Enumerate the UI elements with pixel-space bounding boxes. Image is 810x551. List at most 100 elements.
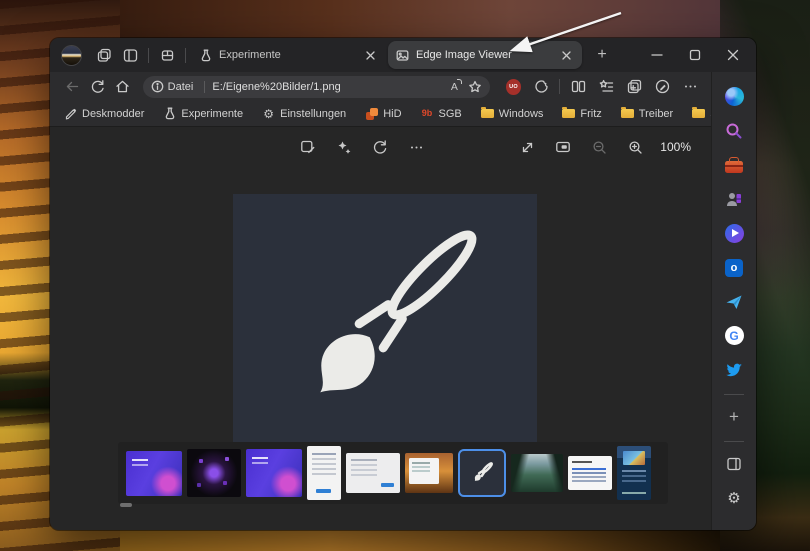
viewer-toolbar-left	[295, 134, 429, 160]
sidebar-divider	[724, 441, 744, 442]
web-capture-icon[interactable]	[649, 75, 675, 99]
tab-close-icon[interactable]	[558, 47, 574, 63]
thumbnail-9[interactable]	[568, 456, 612, 490]
thumbnail-4[interactable]	[307, 446, 341, 500]
folder-icon	[692, 107, 705, 120]
bookmark-label: Fritz	[580, 108, 601, 120]
window-controls	[640, 42, 750, 68]
tab-edge-image-viewer[interactable]: Edge Image Viewer	[388, 41, 582, 69]
bookmark-experimente[interactable]: Experimente	[163, 107, 243, 120]
orange-squares-icon	[365, 107, 378, 120]
bookmark-sgb[interactable]: 9b SGB	[421, 107, 462, 120]
bookmark-folder-fritz[interactable]: Fritz	[562, 107, 601, 120]
sidebar-panel-icon[interactable]	[719, 452, 749, 477]
zoom-in-icon[interactable]	[622, 134, 648, 160]
tab-actions-icon[interactable]	[117, 42, 143, 68]
google-icon[interactable]: G	[719, 323, 749, 348]
bookmark-folder-windows[interactable]: Windows	[481, 107, 544, 120]
bookmark-label: Deskmodder	[82, 108, 144, 120]
bookmark-hid[interactable]: HiD	[365, 107, 401, 120]
workspaces-icon[interactable]	[91, 42, 117, 68]
divider	[185, 48, 186, 63]
bookmark-label: Einstellungen	[280, 108, 346, 120]
sidebar-divider	[724, 394, 744, 395]
tab-label: Edge Image Viewer	[416, 49, 558, 61]
favorites-icon[interactable]	[593, 75, 619, 99]
toolbar-actions	[565, 75, 703, 99]
vertical-tabs-icon[interactable]	[154, 42, 180, 68]
extensions-icon[interactable]	[529, 75, 554, 99]
outlook-icon[interactable]: o	[719, 255, 749, 280]
sidebar-settings-gear-icon[interactable]: ⚙	[719, 486, 749, 511]
viewer-more-icon[interactable]	[403, 134, 429, 160]
url-text[interactable]: E:/Eigene%20Bilder/1.png	[212, 81, 450, 93]
bookmarks-bar: Deskmodder Experimente ⚙ Einstellungen	[50, 101, 711, 127]
gear-icon: ⚙	[262, 107, 275, 120]
bookmark-label: Treiber	[639, 108, 673, 120]
thumbnail-2[interactable]	[187, 449, 241, 497]
folder-icon	[621, 107, 634, 120]
actual-size-icon[interactable]	[514, 134, 540, 160]
tab-experimente[interactable]: Experimente	[192, 41, 386, 69]
viewed-image-paintbrush[interactable]	[233, 194, 537, 449]
home-icon[interactable]	[110, 75, 135, 99]
settings-more-icon[interactable]	[677, 75, 703, 99]
tab-label: Experimente	[219, 49, 362, 61]
pencil-icon	[64, 107, 77, 120]
divider	[148, 48, 149, 63]
thumbnail-1[interactable]	[126, 451, 182, 496]
collections-icon[interactable]	[621, 75, 647, 99]
divider	[204, 81, 205, 93]
tools-icon[interactable]	[719, 152, 749, 177]
sidebar-add-button[interactable]: +	[719, 405, 749, 430]
ublock-extension-icon[interactable]: UO	[506, 79, 521, 95]
auto-enhance-icon[interactable]	[331, 134, 357, 160]
red-logo-icon: 9b	[421, 107, 434, 120]
flask-icon	[163, 107, 176, 120]
url-field[interactable]: Datei E:/Eigene%20Bilder/1.png A	[143, 76, 490, 98]
video-icon[interactable]	[719, 221, 749, 246]
scheme-label: Datei	[168, 81, 194, 93]
thumbnail-10[interactable]	[617, 446, 651, 500]
zoom-out-icon[interactable]	[586, 134, 612, 160]
favorite-star-icon[interactable]	[468, 80, 482, 94]
tab-close-icon[interactable]	[362, 47, 378, 63]
thumbnail-6[interactable]	[405, 453, 453, 493]
bookmark-label: HiD	[383, 108, 401, 120]
twitter-icon[interactable]	[719, 358, 749, 383]
edit-image-icon[interactable]	[295, 134, 321, 160]
people-icon[interactable]	[719, 187, 749, 212]
messenger-plane-icon[interactable]	[719, 289, 749, 314]
flask-icon	[200, 49, 212, 62]
close-button[interactable]	[716, 42, 750, 68]
folder-icon	[562, 107, 575, 120]
copilot-icon[interactable]	[719, 84, 749, 109]
rotate-icon[interactable]	[367, 134, 393, 160]
info-icon[interactable]	[151, 80, 164, 93]
read-aloud-icon[interactable]: A	[451, 81, 458, 93]
refresh-icon[interactable]	[85, 75, 110, 99]
screenshot-stage: Experimente Edge Image Viewer +	[0, 0, 810, 551]
filmstrip-scrollbar[interactable]	[120, 503, 132, 507]
address-bar: Datei E:/Eigene%20Bilder/1.png A UO	[50, 72, 711, 101]
bookmark-label: SGB	[439, 108, 462, 120]
thumbnail-8[interactable]	[511, 454, 563, 492]
bookmark-label: Experimente	[181, 108, 243, 120]
fit-to-window-icon[interactable]	[550, 134, 576, 160]
search-icon[interactable]	[719, 118, 749, 143]
zoom-level-label: 100%	[660, 140, 691, 154]
split-screen-icon[interactable]	[565, 75, 591, 99]
minimize-button[interactable]	[640, 42, 674, 68]
bookmark-einstellungen[interactable]: ⚙ Einstellungen	[262, 107, 346, 120]
thumbnail-3[interactable]	[246, 449, 302, 497]
thumbnail-5[interactable]	[346, 453, 400, 493]
profile-avatar[interactable]	[62, 46, 81, 65]
maximize-button[interactable]	[678, 42, 712, 68]
new-tab-button[interactable]: +	[589, 42, 615, 68]
bookmark-deskmodder[interactable]: Deskmodder	[64, 107, 144, 120]
paintbrush-thumb-icon	[465, 456, 499, 490]
filmstrip	[118, 442, 668, 504]
bookmark-folder-treiber[interactable]: Treiber	[621, 107, 673, 120]
thumbnail-7-selected[interactable]	[458, 449, 506, 497]
back-icon[interactable]	[60, 75, 85, 99]
